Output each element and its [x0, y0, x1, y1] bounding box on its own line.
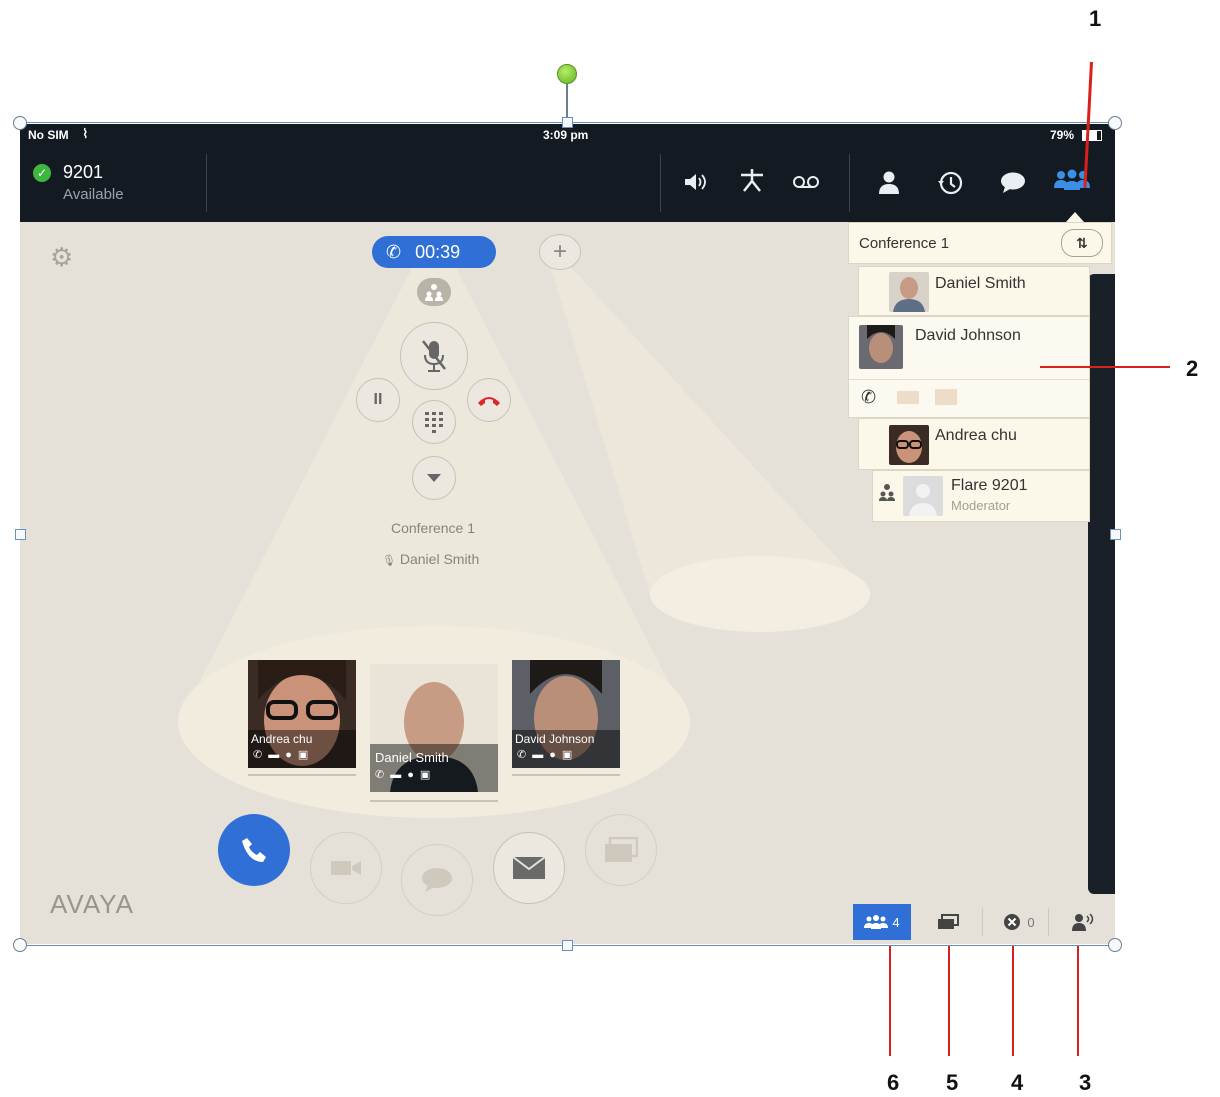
- resize-handle-corner[interactable]: [13, 116, 27, 130]
- active-speaker-row: 🎙︎ Daniel Smith: [382, 551, 479, 567]
- rotation-handle[interactable]: [557, 64, 577, 84]
- callout-line-3: [1077, 946, 1079, 1056]
- share-screen-button[interactable]: [585, 814, 657, 886]
- chevron-down-icon: [427, 474, 441, 482]
- chat-bubble-icon: [422, 868, 452, 892]
- video-camera-icon: [331, 861, 361, 875]
- roster-pointer: [1066, 212, 1084, 222]
- roster-divider: [849, 379, 1089, 380]
- audio-call-button[interactable]: [218, 814, 290, 886]
- close-circle-icon: [1004, 914, 1021, 930]
- tile-underline: [248, 774, 356, 776]
- callout-number-6: 6: [887, 1070, 900, 1095]
- callout-line-2: [1040, 366, 1170, 368]
- collaboration-button[interactable]: [925, 904, 971, 940]
- phone-icon: ✆: [386, 241, 402, 262]
- envelope-icon: [512, 856, 546, 879]
- roster-item-flare[interactable]: Flare 9201 Moderator: [872, 470, 1090, 522]
- divider: [1048, 908, 1049, 936]
- participant-tile-daniel[interactable]: Daniel Smith ✆▬●▣: [370, 664, 498, 792]
- roster-item-name: David Johnson: [915, 327, 1021, 344]
- participant-avatar: [859, 325, 903, 369]
- participant-tile-andrea[interactable]: Andrea chu ✆▬●▣: [248, 660, 356, 768]
- callout-number-2: 2: [1186, 356, 1199, 381]
- phone-icon[interactable]: ✆: [861, 387, 876, 408]
- call-timer: 00:39: [415, 241, 461, 262]
- callout-line-5: [948, 946, 950, 1056]
- app-screen: No SIM ⌇ 3:09 pm 79% ✓ 9201 Available ⚙ …: [20, 124, 1115, 944]
- dropped-count: 0: [1027, 914, 1035, 930]
- roster-item-name: Daniel Smith: [935, 275, 1026, 292]
- participants-icon: [864, 915, 889, 929]
- active-speaker-name: Daniel Smith: [399, 551, 480, 567]
- tile-call-icons: ✆▬●▣: [517, 749, 579, 761]
- participants-count: 4: [892, 914, 900, 930]
- tile-name: Daniel Smith: [375, 750, 449, 765]
- callout-line-4: [1012, 946, 1014, 1056]
- participants-count-button[interactable]: 4: [853, 904, 911, 940]
- participant-tile-david[interactable]: David Johnson ✆▬●▣: [512, 660, 620, 768]
- microphone-muted-icon: [422, 340, 446, 372]
- hold-button[interactable]: II: [356, 378, 400, 422]
- resize-handle-corner[interactable]: [1108, 116, 1122, 130]
- roster-title: Conference 1: [859, 235, 950, 252]
- participant-avatar: [889, 272, 929, 312]
- roster-item-name: Andrea chu: [935, 427, 1017, 444]
- tile-underline: [370, 800, 498, 802]
- resize-handle-corner[interactable]: [13, 938, 27, 952]
- email-button[interactable]: [493, 832, 565, 904]
- phone-icon: [242, 838, 266, 862]
- video-call-button[interactable]: [310, 832, 382, 904]
- conference-name: Conference 1: [390, 520, 476, 536]
- resize-handle-corner[interactable]: [1108, 938, 1122, 952]
- resize-handle-side[interactable]: [1110, 529, 1121, 540]
- roster-item-andrea[interactable]: Andrea chu: [858, 418, 1090, 470]
- dropped-participants-button[interactable]: 0: [992, 904, 1046, 940]
- call-timer-pill[interactable]: ✆ 00:39: [372, 236, 496, 268]
- more-options-button[interactable]: [412, 456, 456, 500]
- roster-item-role: Moderator: [951, 498, 1011, 513]
- mute-button[interactable]: [400, 322, 468, 390]
- moderator-icon: [879, 483, 895, 506]
- tile-name: Andrea chu: [251, 732, 313, 746]
- video-icon[interactable]: [897, 391, 919, 404]
- callout-number-5: 5: [946, 1070, 959, 1095]
- resize-handle-side[interactable]: [15, 529, 26, 540]
- tile-underline: [512, 774, 620, 776]
- active-talker-button[interactable]: [1060, 904, 1106, 940]
- end-call-button[interactable]: [467, 378, 511, 422]
- active-talker-icon: [1072, 913, 1094, 931]
- dialpad-icon: [425, 412, 443, 433]
- screen-share-icon[interactable]: [935, 389, 957, 405]
- roster-item-daniel[interactable]: Daniel Smith: [858, 266, 1090, 316]
- tile-name: David Johnson: [515, 732, 595, 746]
- tile-call-icons: ✆▬●▣: [253, 749, 315, 761]
- roster-header: Conference 1 ⇅: [848, 222, 1112, 264]
- resize-handle-side[interactable]: [562, 117, 573, 128]
- tile-call-icons: ✆▬●▣: [375, 769, 437, 781]
- default-avatar-icon: [903, 476, 943, 516]
- participant-avatar: [889, 425, 929, 465]
- callout-number-3: 3: [1079, 1070, 1092, 1095]
- rotation-handle-stem: [566, 82, 568, 120]
- hangup-icon: [478, 397, 500, 406]
- collaboration-icon: [938, 914, 959, 929]
- avaya-logo: AVAYA: [50, 889, 134, 919]
- callout-number-1: 1: [1089, 6, 1102, 31]
- sort-button[interactable]: ⇅: [1061, 229, 1103, 257]
- speaking-mic-icon: 🎙︎: [382, 555, 396, 567]
- resize-handle-side[interactable]: [562, 940, 573, 951]
- callout-line-6: [889, 946, 891, 1056]
- add-participant-button[interactable]: +: [539, 234, 581, 270]
- roster-item-name: Flare 9201: [951, 477, 1028, 494]
- conference-indicator-icon: [417, 278, 451, 306]
- callout-number-4: 4: [1011, 1070, 1024, 1095]
- divider: [982, 908, 983, 936]
- screen-share-icon: [605, 837, 638, 862]
- dialpad-button[interactable]: [412, 400, 456, 444]
- chat-button[interactable]: [401, 844, 473, 916]
